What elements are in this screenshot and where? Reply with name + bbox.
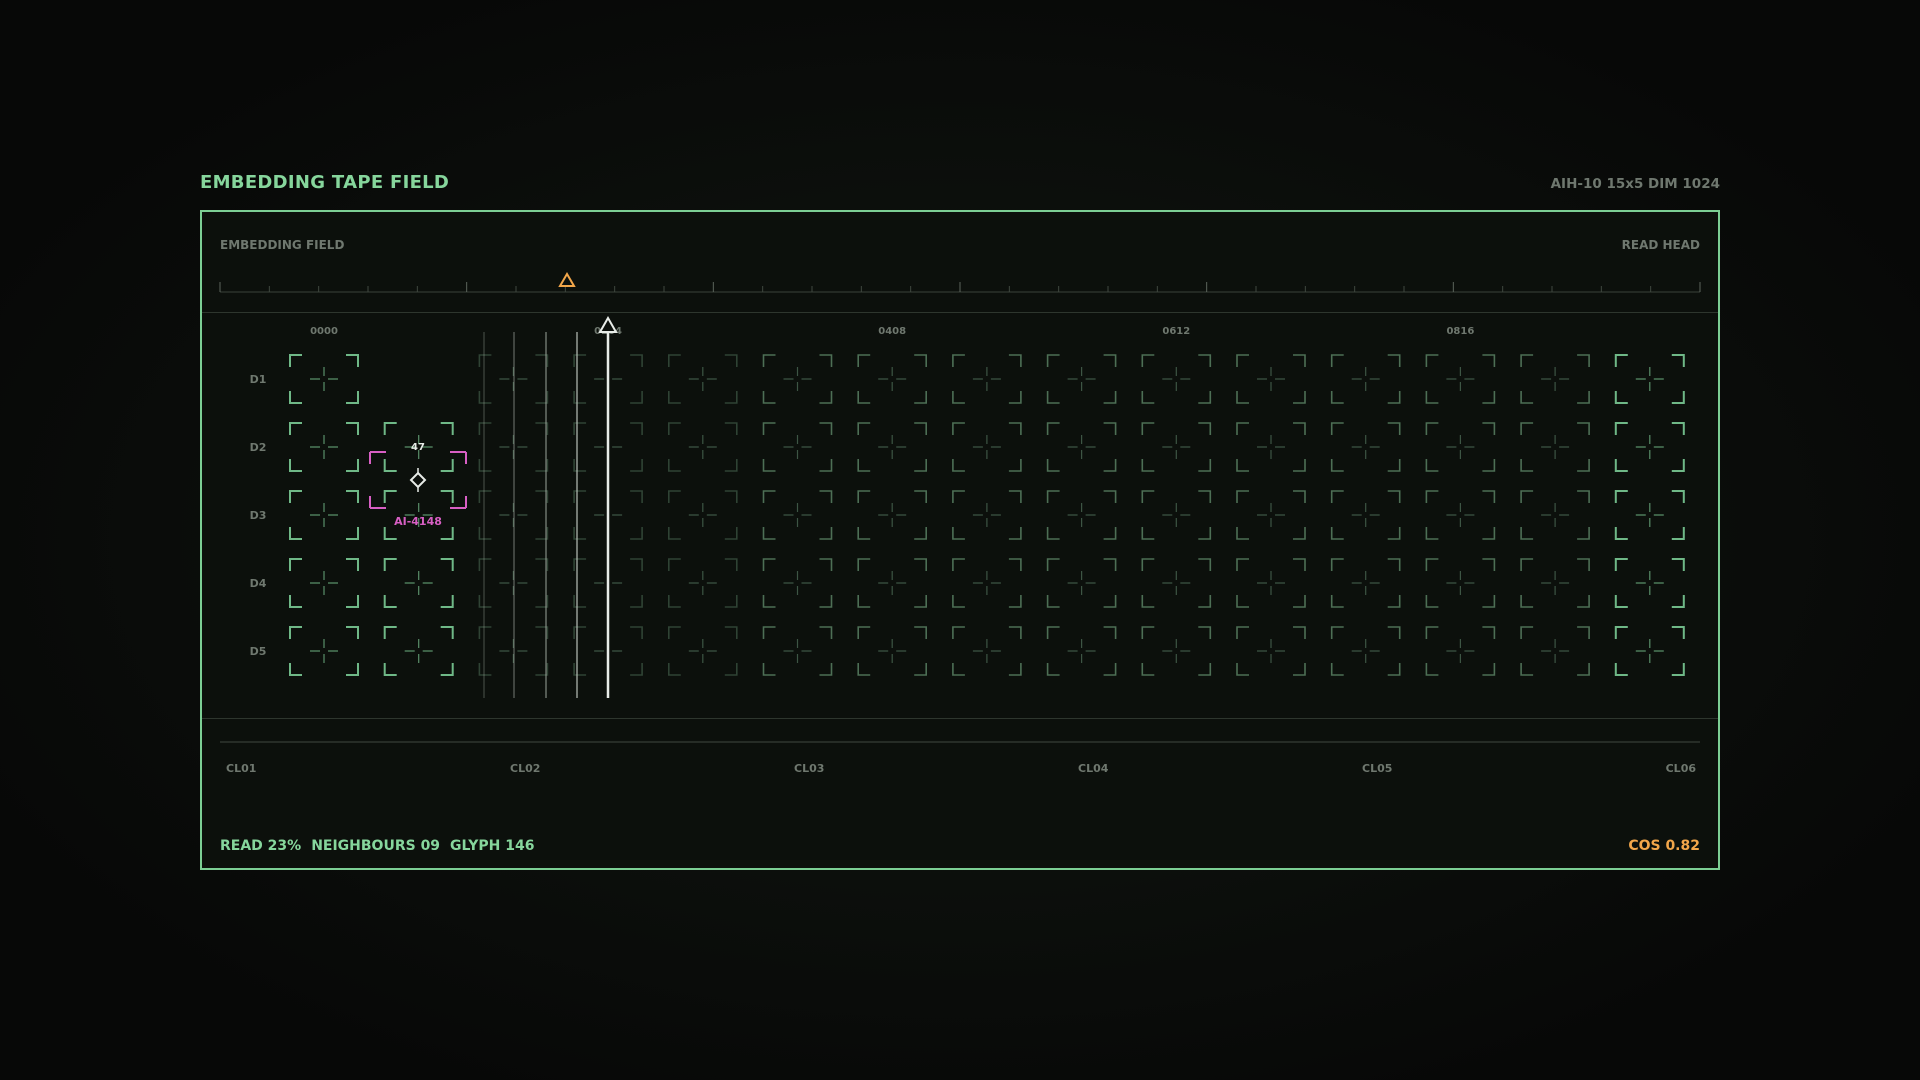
- embedding-cell[interactable]: [668, 558, 738, 608]
- row-label: D1: [250, 373, 267, 386]
- read-head[interactable]: [598, 315, 618, 698]
- cluster-label[interactable]: CL06: [1666, 762, 1696, 775]
- embedding-cell[interactable]: [1236, 626, 1306, 676]
- embedding-cell[interactable]: [1614, 354, 1685, 404]
- selected-cell-label: AI-4148: [394, 515, 442, 528]
- embedding-cell[interactable]: [762, 422, 833, 472]
- embedding-cell[interactable]: [668, 490, 738, 540]
- embedding-cell[interactable]: [1236, 558, 1306, 608]
- selected-cell[interactable]: 47 AI-4148: [369, 442, 467, 528]
- embedding-cell[interactable]: [1425, 558, 1496, 608]
- embedding-cell[interactable]: [1520, 422, 1590, 472]
- embedding-cell[interactable]: [952, 422, 1022, 472]
- embedding-cell[interactable]: [1425, 422, 1496, 472]
- column-label: 0000: [310, 326, 338, 337]
- page-title: EMBEDDING TAPE FIELD: [200, 172, 450, 193]
- embedding-cell[interactable]: [762, 354, 833, 404]
- embedding-cell[interactable]: [1046, 422, 1117, 472]
- ruler-marker-icon[interactable]: [558, 272, 576, 287]
- model-meta: AIH-10 15x5 DIM 1024: [1550, 176, 1720, 192]
- embedding-cell[interactable]: [1141, 422, 1212, 472]
- embedding-cell[interactable]: [952, 558, 1022, 608]
- embedding-cell[interactable]: [668, 422, 738, 472]
- embedding-cell[interactable]: [668, 354, 738, 404]
- embedding-cell[interactable]: [289, 422, 359, 472]
- embedding-cell[interactable]: [857, 626, 927, 676]
- embedding-cell[interactable]: [762, 558, 833, 608]
- triangle-pointer-icon: [598, 315, 618, 333]
- diamond-icon: [409, 468, 427, 492]
- row-label: D2: [250, 441, 267, 454]
- row-label: D4: [250, 577, 267, 590]
- cluster-label[interactable]: CL04: [1078, 762, 1108, 775]
- embedding-cell[interactable]: [289, 558, 359, 608]
- embedding-cell[interactable]: [1236, 354, 1306, 404]
- embedding-cell[interactable]: [1046, 626, 1117, 676]
- row-label: D3: [250, 509, 267, 522]
- embedding-cell[interactable]: [1236, 422, 1306, 472]
- embedding-cell[interactable]: [1141, 490, 1212, 540]
- cluster-label[interactable]: CL02: [510, 762, 540, 775]
- embedding-cell[interactable]: [1614, 422, 1685, 472]
- row-label: D5: [250, 645, 267, 658]
- embedding-cell[interactable]: [1046, 354, 1117, 404]
- embedding-cell[interactable]: [857, 490, 927, 540]
- column-label: 0408: [878, 326, 906, 337]
- embedding-panel: EMBEDDING FIELD READ HEAD 00000204040806…: [200, 210, 1720, 870]
- selected-count: 47: [411, 442, 425, 453]
- neighbours-count: NEIGHBOURS 09: [311, 838, 441, 854]
- embedding-cell[interactable]: [1520, 626, 1590, 676]
- embedding-cell[interactable]: [952, 354, 1022, 404]
- embedding-cell[interactable]: [1425, 490, 1496, 540]
- embedding-cell[interactable]: [1046, 490, 1117, 540]
- embedding-cell[interactable]: [1520, 490, 1590, 540]
- cluster-label[interactable]: CL05: [1362, 762, 1392, 775]
- embedding-cell[interactable]: [1614, 490, 1685, 540]
- embedding-cell[interactable]: [1614, 558, 1685, 608]
- column-label: 0612: [1162, 326, 1190, 337]
- embedding-cell[interactable]: [289, 354, 359, 404]
- embedding-cell[interactable]: [1236, 490, 1306, 540]
- embedding-cell[interactable]: [1520, 354, 1590, 404]
- embedding-cell[interactable]: [1141, 354, 1212, 404]
- embedding-cell[interactable]: [1330, 490, 1401, 540]
- embedding-cell[interactable]: [857, 422, 927, 472]
- embedding-grid: 00000204040806120816 D1D2D3D4D5 47 AI-41…: [202, 312, 1718, 719]
- embedding-cell[interactable]: [383, 558, 454, 608]
- column-label: 0816: [1446, 326, 1474, 337]
- embedding-cell[interactable]: [289, 626, 359, 676]
- embedding-cell[interactable]: [857, 354, 927, 404]
- embedding-cell[interactable]: [1330, 422, 1401, 472]
- embedding-cell[interactable]: [952, 490, 1022, 540]
- embedding-cell[interactable]: [857, 558, 927, 608]
- embedding-cell[interactable]: [1330, 626, 1401, 676]
- app-window: EMBEDDING TAPE FIELD AIH-10 15x5 DIM 102…: [0, 0, 1920, 1080]
- embedding-cell[interactable]: [1520, 558, 1590, 608]
- embedding-cell[interactable]: [1330, 558, 1401, 608]
- cluster-label[interactable]: CL01: [226, 762, 256, 775]
- embedding-cell[interactable]: [1141, 558, 1212, 608]
- embedding-cell[interactable]: [1141, 626, 1212, 676]
- embedding-cell[interactable]: [762, 490, 833, 540]
- cluster-label[interactable]: CL03: [794, 762, 824, 775]
- ruler-strip: EMBEDDING FIELD READ HEAD: [202, 212, 1718, 313]
- glyph-count: GLYPH 146: [450, 838, 535, 854]
- ruler-scale: [219, 272, 1701, 293]
- status-readout: READ 23% NEIGHBOURS 09 GLYPH 146: [220, 838, 545, 854]
- cosine-similarity: COS 0.82: [1628, 838, 1700, 854]
- embedding-cell[interactable]: [383, 626, 454, 676]
- embedding-cell[interactable]: [1425, 354, 1496, 404]
- embedding-cell[interactable]: [1046, 558, 1117, 608]
- embedding-cell[interactable]: [952, 626, 1022, 676]
- embedding-cell[interactable]: [1330, 354, 1401, 404]
- embedding-cell[interactable]: [289, 490, 359, 540]
- embedding-cell[interactable]: [1614, 626, 1685, 676]
- read-percent: READ 23%: [220, 838, 302, 854]
- embedding-cell[interactable]: [762, 626, 833, 676]
- embedding-cell[interactable]: [1425, 626, 1496, 676]
- embedding-cell[interactable]: [668, 626, 738, 676]
